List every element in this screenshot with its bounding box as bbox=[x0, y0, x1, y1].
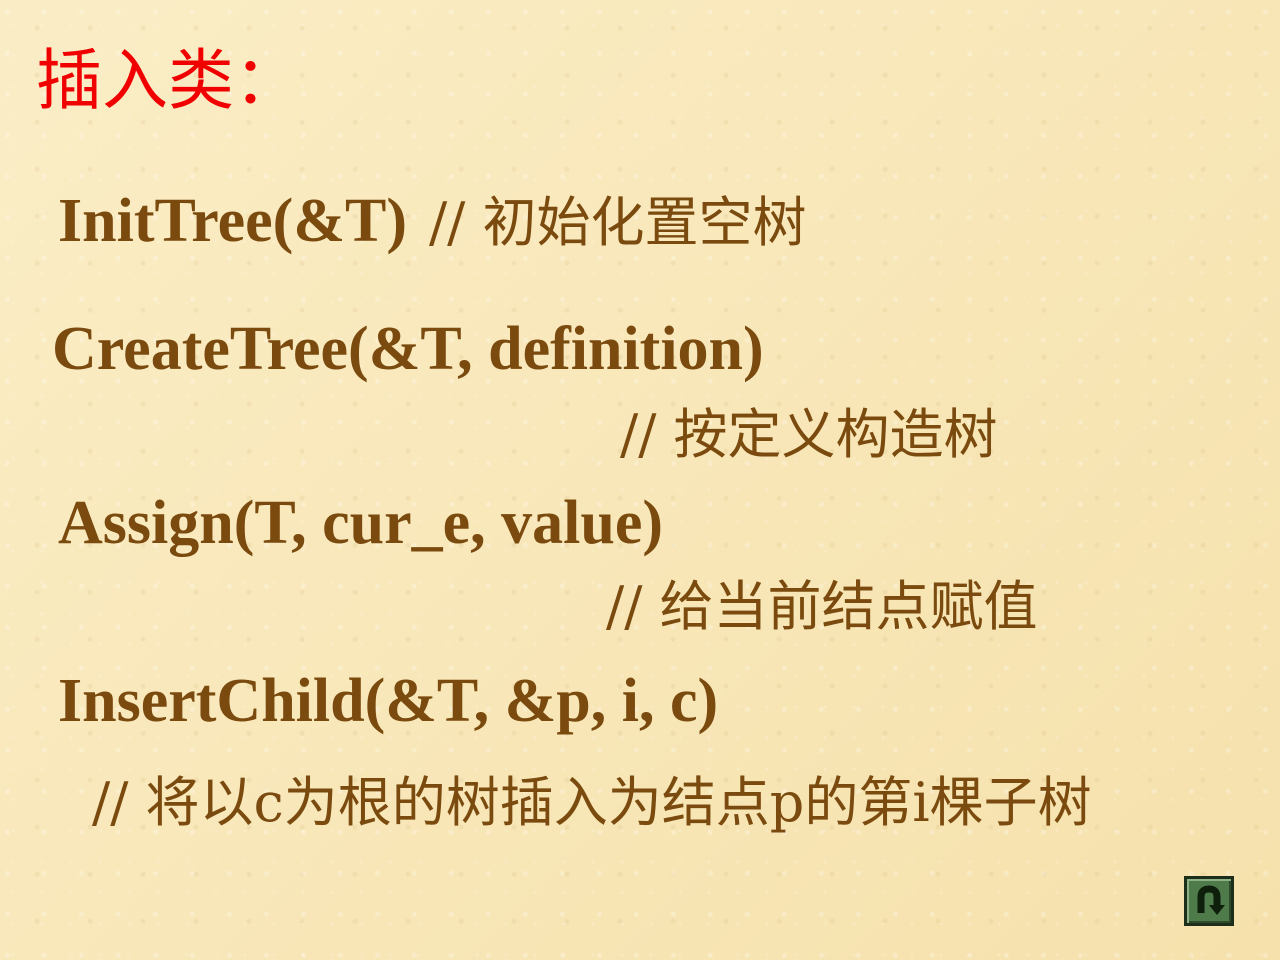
insert-child-code: InsertChild(&T, &p, i, c) bbox=[58, 667, 719, 735]
init-tree-line: InitTree(&T) // 初始化置空树 bbox=[58, 190, 807, 252]
create-tree-code: CreateTree(&T, definition) bbox=[52, 315, 764, 383]
init-tree-code: InitTree(&T) bbox=[58, 187, 407, 255]
return-button[interactable] bbox=[1184, 876, 1234, 926]
assign-code: Assign(T, cur_e, value) bbox=[58, 489, 664, 557]
assign-comment: // 给当前结点赋值 bbox=[606, 575, 1038, 638]
return-arrow-icon bbox=[1197, 885, 1225, 915]
init-tree-comment: // 初始化置空树 bbox=[428, 191, 807, 254]
insert-child-comment: // 将以c为根的树插入为结点p的第i棵子树 bbox=[92, 771, 1092, 834]
create-tree-comment: // 按定义构造树 bbox=[620, 403, 998, 466]
slide-title: 插入类： bbox=[36, 42, 300, 119]
